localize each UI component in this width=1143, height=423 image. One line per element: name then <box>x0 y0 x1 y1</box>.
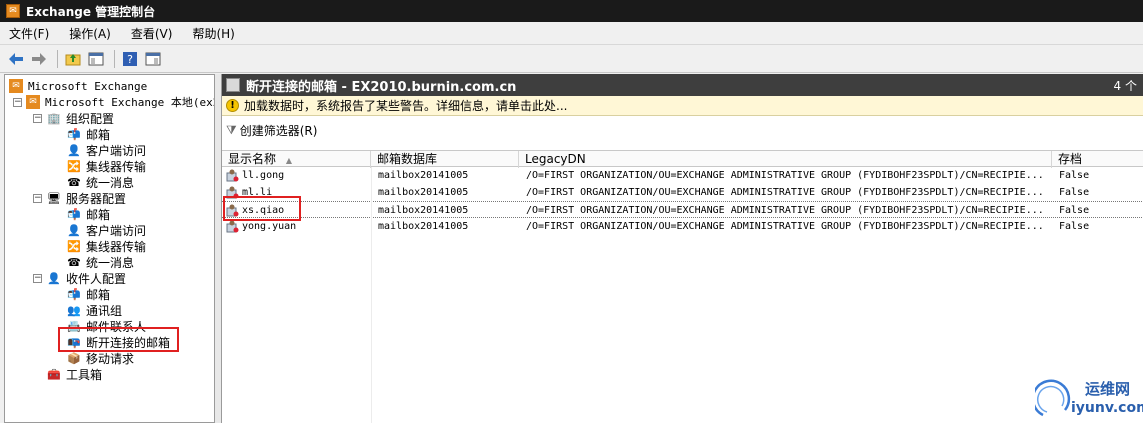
tree-item-org-unified-messaging[interactable]: ☎ 统一消息 <box>67 174 136 190</box>
collapse-toggle-icon[interactable]: − <box>33 194 42 203</box>
action-pane-icon[interactable] <box>143 49 163 69</box>
disconnected-mailbox-icon <box>226 169 239 182</box>
tree-item-org-hub-transport[interactable]: 🔀 集线器传输 <box>67 158 148 174</box>
toolbar: ? <box>0 46 1143 73</box>
back-arrow-icon[interactable] <box>6 49 26 69</box>
column-header-legacydn[interactable]: LegacyDN <box>519 151 1052 168</box>
window-title: Exchange 管理控制台 <box>26 4 156 19</box>
unified-messaging-icon: ☎ <box>67 255 81 269</box>
console-tree: ✉ Microsoft Exchange − ✉ Microsoft Excha… <box>4 74 215 423</box>
tree-item-srv-hub-transport[interactable]: 🔀 集线器传输 <box>67 238 148 254</box>
result-pane: 断开连接的邮箱 - EX2010.burnin.com.cn 4 个 ! 加载数… <box>221 74 1143 423</box>
table-row[interactable]: ml.li mailbox20141005 /O=FIRST ORGANIZAT… <box>222 184 1143 201</box>
help-icon[interactable]: ? <box>120 49 140 69</box>
table-row[interactable]: ll.gong mailbox20141005 /O=FIRST ORGANIZ… <box>222 167 1143 184</box>
tree-item-srv-client-access[interactable]: 👤 客户端访问 <box>67 222 148 238</box>
tree-item-org-mailbox[interactable]: 📬 邮箱 <box>67 126 112 142</box>
table-header: 显示名称 ▲ 邮箱数据库 LegacyDN 存档 <box>222 150 1143 168</box>
svg-text:?: ? <box>127 53 133 66</box>
disconnected-mailbox-icon <box>226 78 240 92</box>
collapse-toggle-icon[interactable]: − <box>33 274 42 283</box>
tree-item-org-client-access[interactable]: 👤 客户端访问 <box>67 142 148 158</box>
toolbox-icon: 🧰 <box>47 367 61 381</box>
result-pane-title: 断开连接的邮箱 - EX2010.burnin.com.cn <box>246 79 517 95</box>
table-row[interactable]: xs.qiao mailbox20141005 /O=FIRST ORGANIZ… <box>222 201 1143 218</box>
show-hide-tree-icon[interactable] <box>86 49 106 69</box>
filter-bar: ⧩ 创建筛选器(R) <box>222 116 1143 144</box>
tree-item-rcp-distribution-group[interactable]: 👥 通讯组 <box>67 302 124 318</box>
menu-action[interactable]: 操作(A) <box>66 24 114 43</box>
result-pane-header: 断开连接的邮箱 - EX2010.burnin.com.cn 4 个 <box>222 74 1143 96</box>
tree-item-microsoft-exchange[interactable]: ✉ Microsoft Exchange <box>9 78 149 94</box>
window-titlebar: ✉ Exchange 管理控制台 <box>0 0 1143 22</box>
column-header-mailbox-database[interactable]: 邮箱数据库 <box>371 151 519 168</box>
hub-transport-icon: 🔀 <box>67 239 81 253</box>
create-filter-button[interactable]: 创建筛选器(R) <box>240 122 318 139</box>
tree-item-rcp-disconnected-mailbox[interactable]: 📭 断开连接的邮箱 <box>67 334 172 350</box>
move-request-icon: 📦 <box>67 351 81 365</box>
mailbox-icon: 📬 <box>67 127 81 141</box>
sort-ascending-icon: ▲ <box>285 156 292 165</box>
exchange-server-icon: ✉ <box>26 95 40 109</box>
collapse-toggle-icon[interactable]: − <box>33 114 42 123</box>
server-icon: 🖥 <box>47 191 61 205</box>
watermark-text-url: iyunv.com <box>1071 400 1143 416</box>
tree-item-exchange-local[interactable]: ✉ Microsoft Exchange 本地(ex20 <box>26 94 214 110</box>
up-folder-icon[interactable] <box>63 49 83 69</box>
disconnected-mailbox-icon: 📭 <box>67 335 81 349</box>
collapse-toggle-icon[interactable]: − <box>13 98 22 107</box>
watermark-logo: 运维网 iyunv.com <box>1031 370 1143 423</box>
tree-item-org-config[interactable]: 🏢 组织配置 <box>47 110 116 126</box>
forward-arrow-icon[interactable] <box>29 49 49 69</box>
mailbox-icon: 📬 <box>67 207 81 221</box>
column-divider <box>371 167 372 423</box>
distribution-group-icon: 👥 <box>67 303 81 317</box>
column-header-archive[interactable]: 存档 <box>1052 151 1143 168</box>
tree-item-recipient-config[interactable]: 👤 收件人配置 <box>47 270 128 286</box>
hub-transport-icon: 🔀 <box>67 159 81 173</box>
warning-icon: ! <box>226 99 239 112</box>
tree-item-rcp-mailbox[interactable]: 📬 邮箱 <box>67 286 112 302</box>
disconnected-mailbox-icon <box>226 186 239 199</box>
tree-item-rcp-move-request[interactable]: 📦 移动请求 <box>67 350 136 366</box>
tree-item-srv-mailbox[interactable]: 📬 邮箱 <box>67 206 112 222</box>
recipient-icon: 👤 <box>47 271 61 285</box>
client-access-icon: 👤 <box>67 223 81 237</box>
disconnected-mailbox-icon <box>226 204 239 217</box>
mailbox-icon: 📬 <box>67 287 81 301</box>
organization-icon: 🏢 <box>47 111 61 125</box>
column-header-display-name[interactable]: 显示名称 ▲ <box>222 151 371 168</box>
exchange-app-icon: ✉ <box>6 4 20 18</box>
tree-item-srv-unified-messaging[interactable]: ☎ 统一消息 <box>67 254 136 270</box>
toolbar-separator <box>114 50 115 68</box>
menu-bar: 文件(F) 操作(A) 查看(V) 帮助(H) <box>0 22 1143 45</box>
unified-messaging-icon: ☎ <box>67 175 81 189</box>
watermark-text-cn: 运维网 <box>1085 380 1131 398</box>
menu-view[interactable]: 查看(V) <box>128 24 176 43</box>
warning-text[interactable]: 加载数据时，系统报告了某些警告。详细信息，请单击此处... <box>244 97 567 114</box>
item-count: 4 个 <box>1113 78 1137 93</box>
filter-icon: ⧩ <box>226 122 237 137</box>
tree-item-rcp-mail-contact[interactable]: 📇 邮件联系人 <box>67 318 148 334</box>
table-row[interactable]: yong.yuan mailbox20141005 /O=FIRST ORGAN… <box>222 218 1143 235</box>
warning-bar[interactable]: ! 加载数据时，系统报告了某些警告。详细信息，请单击此处... <box>222 96 1143 116</box>
client-access-icon: 👤 <box>67 143 81 157</box>
menu-help[interactable]: 帮助(H) <box>189 24 237 43</box>
mail-contact-icon: 📇 <box>67 319 81 333</box>
exchange-icon: ✉ <box>9 79 23 93</box>
toolbar-separator <box>57 50 58 68</box>
tree-item-toolbox[interactable]: 🧰 工具箱 <box>47 366 104 382</box>
tree-item-server-config[interactable]: 🖥 服务器配置 <box>47 190 128 206</box>
disconnected-mailbox-icon <box>226 220 239 233</box>
menu-file[interactable]: 文件(F) <box>6 24 52 43</box>
